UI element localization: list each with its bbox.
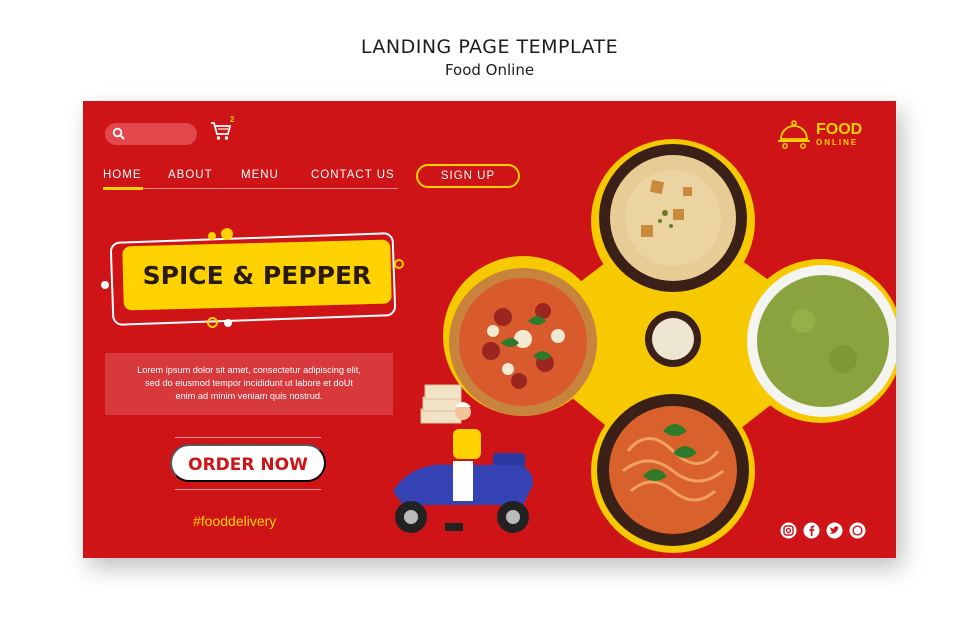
hashtag-link[interactable]: #fooddelivery — [193, 513, 276, 529]
cart-icon — [211, 122, 232, 140]
description-line: Lorem ipsum dolor sit amet, consectetur … — [137, 365, 361, 375]
nav-divider — [103, 188, 398, 189]
landing-card: 2 FOOD ONLINE HOME ABOUT MENU CONTACT US… — [83, 101, 896, 558]
sesame-bowl-image — [645, 311, 701, 367]
hero-banner: SPICE & PEPPER — [103, 231, 403, 331]
spaghetti-image — [597, 394, 749, 546]
twitter-icon[interactable] — [826, 522, 843, 539]
cta-top-line — [175, 437, 321, 438]
decor-dot — [101, 281, 109, 289]
cart-count-badge: 2 — [230, 115, 235, 124]
instagram-icon[interactable] — [780, 522, 797, 539]
decor-dot — [207, 317, 218, 328]
hero-title: SPICE & PEPPER — [142, 261, 372, 290]
description-line: enim ad minim veniam quis nostrud. — [175, 391, 323, 401]
decor-dot — [224, 319, 232, 327]
page-subtitle: Food Online — [444, 61, 535, 79]
whatsapp-icon[interactable] — [849, 522, 866, 539]
nav-item-about[interactable]: ABOUT — [168, 169, 213, 181]
facebook-icon[interactable] — [803, 522, 820, 539]
nav-item-menu[interactable]: MENU — [241, 169, 279, 181]
description-box: Lorem ipsum dolor sit amet, consectetur … — [105, 353, 393, 415]
description-line: sed do eiusmod tempor incididunt ut labo… — [145, 378, 353, 388]
nav-active-indicator — [103, 187, 143, 190]
hero-description: Lorem ipsum dolor sit amet, consectetur … — [111, 364, 387, 403]
cta-bottom-line — [175, 489, 321, 490]
soup-bowl-image — [599, 144, 747, 292]
search-bar[interactable] — [105, 123, 197, 145]
decor-dot — [208, 232, 216, 240]
food-showcase-image — [393, 139, 896, 553]
search-icon — [112, 127, 125, 140]
pizza-image — [449, 268, 597, 416]
cart-button[interactable]: 2 — [210, 115, 236, 145]
order-now-button[interactable]: ORDER NOW — [170, 444, 326, 482]
nav-item-home[interactable]: HOME — [103, 169, 142, 181]
page-title: LANDING PAGE TEMPLATE — [360, 36, 619, 58]
decor-dot — [221, 228, 233, 240]
green-soup-image — [747, 265, 896, 417]
search-input[interactable] — [129, 125, 191, 143]
